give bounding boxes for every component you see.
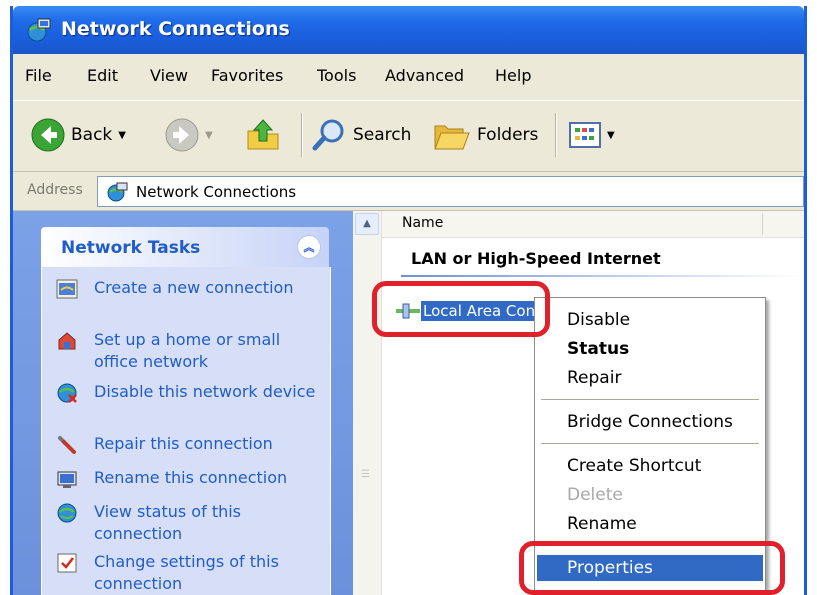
- task-label: Change settings of this connection: [94, 552, 279, 593]
- address-bar: Address Network Connections: [13, 172, 804, 211]
- title-bar[interactable]: Network Connections: [13, 6, 804, 54]
- menu-item-properties[interactable]: Properties: [537, 555, 763, 581]
- back-label: Back: [71, 125, 113, 145]
- column-divider[interactable]: [762, 213, 763, 235]
- task-label: Disable this network device: [94, 382, 316, 401]
- vertical-scrollbar[interactable]: ▲ ☰: [353, 211, 382, 595]
- menu-item-rename[interactable]: Rename: [537, 511, 763, 537]
- network-connections-icon: [27, 18, 51, 42]
- task-repair-connection[interactable]: Repair this connection: [56, 433, 326, 456]
- group-divider: [401, 275, 804, 277]
- back-button[interactable]: Back ▼: [31, 115, 126, 155]
- menu-item-label: Create Shortcut: [567, 456, 702, 476]
- task-label: Rename this connection: [94, 468, 288, 487]
- group-heading: LAN or High-Speed Internet: [411, 249, 661, 268]
- task-change-settings[interactable]: Change settings of this connection: [56, 551, 326, 595]
- address-field[interactable]: Network Connections: [97, 176, 804, 207]
- menu-item-label: Repair: [567, 368, 622, 388]
- back-dropdown-icon[interactable]: ▼: [118, 130, 126, 141]
- menu-item-create-shortcut[interactable]: Create Shortcut: [537, 453, 763, 479]
- menu-item-disable[interactable]: Disable: [537, 307, 763, 333]
- scroll-grip-icon: ☰: [361, 469, 370, 480]
- address-label: Address: [27, 182, 83, 198]
- menu-item-label: Rename: [567, 514, 637, 534]
- network-plug-icon: [396, 303, 420, 319]
- menu-item-repair[interactable]: Repair: [537, 365, 763, 391]
- menu-edit[interactable]: Edit: [87, 66, 118, 85]
- task-view-status[interactable]: View status of this connection: [56, 501, 326, 545]
- disable-device-icon: [57, 383, 77, 403]
- up-folder-icon: [247, 119, 279, 150]
- menu-file[interactable]: File: [25, 66, 52, 85]
- context-menu: Disable Status Repair Bridge Connections…: [534, 297, 766, 591]
- scroll-up-icon[interactable]: ▲: [355, 213, 379, 235]
- network-connections-icon: [107, 182, 128, 201]
- home-network-icon: [58, 332, 76, 350]
- folders-icon: [434, 125, 470, 150]
- task-label: Repair this connection: [94, 434, 273, 453]
- menu-separator: [541, 443, 759, 444]
- menu-bar: File Edit View Favorites Tools Advanced …: [13, 54, 804, 101]
- task-label: Set up a home or small office network: [94, 330, 281, 371]
- menu-item-delete: Delete: [537, 482, 763, 508]
- settings-check-icon: [57, 553, 77, 573]
- task-create-connection[interactable]: Create a new connection: [56, 277, 326, 300]
- up-folder-button[interactable]: [245, 115, 281, 155]
- repair-wrench-icon: [58, 436, 76, 454]
- menu-advanced[interactable]: Advanced: [385, 66, 464, 85]
- menu-favorites[interactable]: Favorites: [211, 66, 283, 85]
- folders-button[interactable]: Folders: [433, 115, 538, 155]
- rename-icon: [57, 471, 77, 488]
- collapse-chevron-icon[interactable]: ︽: [297, 235, 321, 259]
- column-header: Name: [382, 211, 804, 238]
- network-tasks-header[interactable]: Network Tasks ︽: [41, 227, 329, 267]
- address-value: Network Connections: [136, 182, 297, 201]
- network-tasks-list: Create a new connection Set up a home or…: [41, 267, 331, 595]
- views-dropdown-icon[interactable]: ▼: [607, 130, 615, 141]
- task-home-network[interactable]: Set up a home or small office network: [56, 329, 326, 373]
- views-button[interactable]: ▼: [569, 115, 615, 155]
- menu-item-label: Status: [567, 339, 630, 359]
- menu-item-bridge-connections[interactable]: Bridge Connections: [537, 409, 763, 435]
- menu-separator: [541, 544, 759, 545]
- status-globe-icon: [57, 503, 77, 523]
- folders-label: Folders: [477, 125, 539, 145]
- menu-help[interactable]: Help: [495, 66, 531, 85]
- views-grid-icon: [569, 122, 601, 148]
- search-button[interactable]: Search: [311, 115, 411, 155]
- toolbar-separator: [301, 113, 303, 157]
- menu-item-status[interactable]: Status: [537, 336, 763, 362]
- task-disable-device[interactable]: Disable this network device: [56, 381, 326, 404]
- task-label: Create a new connection: [94, 278, 294, 297]
- menu-item-label: Delete: [567, 485, 623, 505]
- search-label: Search: [353, 125, 412, 145]
- window-title: Network Connections: [61, 18, 290, 40]
- menu-item-label: Disable: [567, 310, 631, 330]
- forward-arrow-icon: [165, 118, 199, 152]
- toolbar: Back ▼ ▼ Search Folders ▼: [13, 101, 804, 172]
- column-name[interactable]: Name: [402, 215, 443, 231]
- menu-item-label: Bridge Connections: [567, 412, 733, 432]
- back-arrow-icon: [31, 118, 65, 152]
- task-rename-connection[interactable]: Rename this connection: [56, 467, 326, 490]
- task-label: View status of this connection: [94, 502, 242, 543]
- menu-item-label: Properties: [567, 558, 653, 578]
- forward-dropdown-icon[interactable]: ▼: [205, 130, 213, 141]
- search-icon: [312, 119, 344, 151]
- forward-button[interactable]: ▼: [165, 115, 213, 155]
- new-connection-icon: [56, 279, 78, 299]
- menu-separator: [541, 399, 759, 400]
- menu-view[interactable]: View: [150, 66, 188, 85]
- toolbar-separator: [555, 113, 557, 157]
- network-tasks-title: Network Tasks: [61, 238, 201, 258]
- menu-tools[interactable]: Tools: [317, 66, 356, 85]
- task-pane: Network Tasks ︽ Create a new connection …: [13, 211, 353, 595]
